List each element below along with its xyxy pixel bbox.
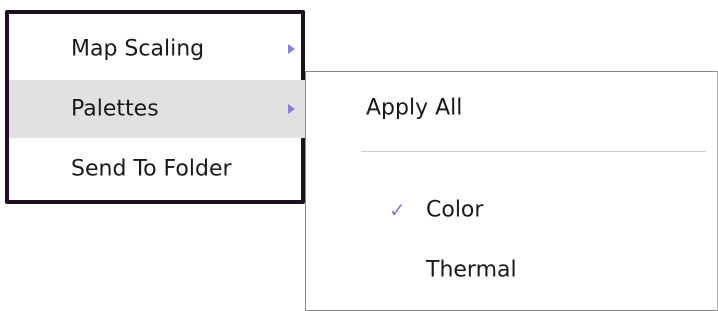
submenu-item-label: Thermal	[426, 257, 517, 283]
context-menu-stage: Map Scaling Palettes Send To Folder Appl…	[0, 0, 718, 311]
submenu-item-label: Apply All	[366, 95, 463, 121]
submenu-item-apply-all[interactable]: Apply All	[306, 80, 717, 136]
menu-item-map-scaling[interactable]: Map Scaling	[9, 20, 309, 78]
submenu-item-color[interactable]: ✓ Color	[306, 182, 717, 238]
menu-item-palettes[interactable]: Palettes	[9, 80, 309, 138]
menu-item-label: Map Scaling	[71, 36, 205, 62]
menu-item-label: Send To Folder	[71, 156, 232, 182]
palettes-submenu: Apply All ✓ Color Thermal	[305, 71, 718, 311]
submenu-item-label: Color	[426, 197, 484, 223]
menu-separator	[361, 151, 706, 152]
submenu-arrow-icon	[288, 104, 295, 114]
checkmark-icon: ✓	[389, 198, 406, 222]
submenu-item-thermal[interactable]: Thermal	[306, 242, 717, 298]
context-menu: Map Scaling Palettes Send To Folder	[5, 10, 309, 204]
menu-item-label: Palettes	[71, 96, 159, 122]
submenu-arrow-icon	[288, 44, 295, 54]
menu-item-send-to-folder[interactable]: Send To Folder	[9, 140, 309, 198]
